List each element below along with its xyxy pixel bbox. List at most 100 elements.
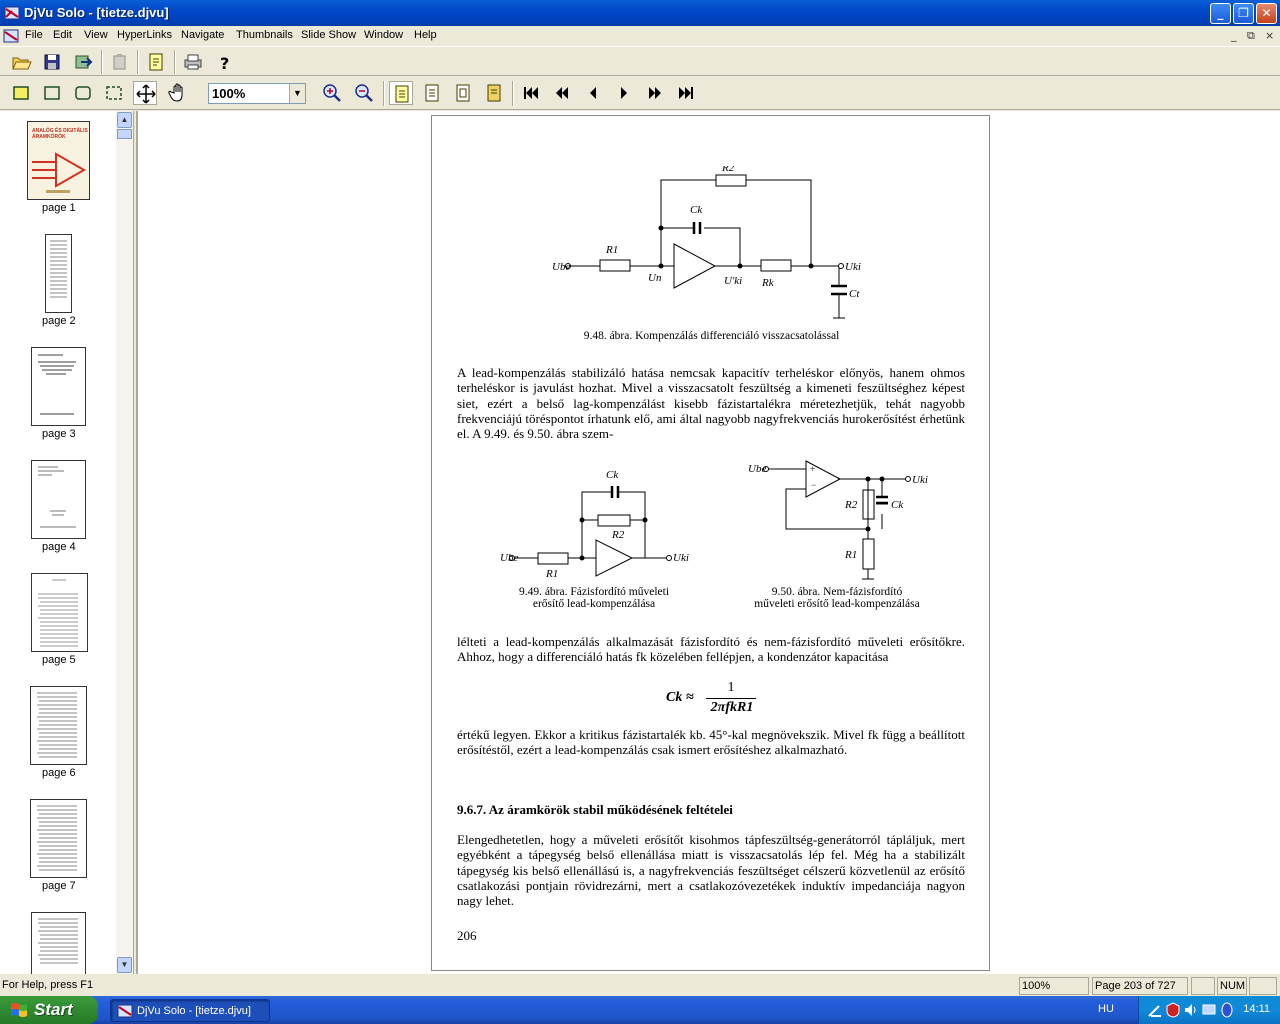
fit-area-icon[interactable] (102, 81, 126, 105)
open-icon[interactable] (9, 50, 33, 74)
svg-text:?: ? (220, 54, 229, 73)
toolbar-separator (174, 50, 176, 74)
next-page-icon[interactable] (612, 81, 636, 105)
volume-icon[interactable] (1183, 1002, 1199, 1018)
zoom-select[interactable]: 100% ▼ (208, 83, 306, 104)
shield-icon[interactable] (1165, 1002, 1181, 1018)
toolbar-separator (101, 50, 103, 74)
paste-icon[interactable] (108, 50, 132, 74)
start-label: Start (34, 1000, 73, 1019)
print-icon[interactable] (181, 50, 205, 74)
menu-file[interactable]: File (25, 29, 43, 41)
start-button[interactable]: Start (0, 996, 98, 1024)
taskbar: Start DjVu Solo - [tietze.djvu] HU 14:11 (0, 996, 1280, 1024)
fig949-caption-line2: erősítő lead-kompenzálása (532, 598, 656, 610)
close-button[interactable]: ✕ (1256, 3, 1277, 24)
export-icon[interactable] (71, 50, 95, 74)
status-zoom: 100% (1019, 977, 1089, 995)
zoom-out-icon[interactable] (352, 81, 376, 105)
first-page-icon[interactable] (519, 81, 543, 105)
fig949-label-r2: R2 (611, 529, 625, 541)
thumbnail-label: page 1 (42, 202, 76, 214)
mdi-restore-button[interactable]: ⧉ (1247, 29, 1255, 43)
scroll-thumb[interactable] (117, 129, 132, 139)
minimize-button[interactable]: _ (1210, 3, 1231, 24)
scroll-up-icon[interactable]: ▲ (117, 112, 132, 128)
maximize-button[interactable]: ❐ (1233, 3, 1254, 24)
thumbnail-label: page 3 (42, 428, 76, 440)
status-page: Page 203 of 727 (1092, 977, 1188, 995)
zoom-in-icon[interactable] (320, 81, 344, 105)
status-num: NUM (1217, 977, 1247, 995)
select-rect-icon[interactable] (9, 81, 33, 105)
menu-window[interactable]: Window (364, 29, 403, 41)
zoom-area-icon[interactable] (71, 81, 95, 105)
toolbar-separator (512, 81, 514, 106)
single-page-icon[interactable] (389, 81, 413, 105)
menu-slide-show[interactable]: Slide Show (301, 29, 356, 41)
figure-9-48: R2 Ck R1 Ube Un U'ki Rk Uki Ct (552, 166, 861, 319)
paragraph-3: értékű legyen. Ekkor a kritikus fázistar… (457, 727, 965, 758)
clock: 14:11 (1243, 1003, 1270, 1015)
fig950-caption-line1: 9.50. ábra. Nem-fázisfordító (771, 586, 903, 598)
window-title: DjVu Solo - [tietze.djvu] (24, 5, 169, 20)
fit-page-icon[interactable] (451, 81, 475, 105)
cover-thumbnail: ANALÓG ÉS DIGITÁLIS ÁRAMKÖRÖK (27, 121, 90, 200)
language-indicator[interactable]: HU (1098, 1003, 1114, 1015)
toolbar-separator (137, 50, 139, 74)
fig948-label-uki-prime: U'ki (724, 275, 742, 287)
fig948-label-ck: Ck (690, 204, 703, 216)
pan-icon[interactable] (133, 81, 157, 105)
hand-tool-icon[interactable] (166, 81, 190, 105)
document-icon[interactable] (144, 50, 168, 74)
svg-text:+: + (810, 464, 815, 474)
menu-bar: File Edit View HyperLinks Navigate Thumb… (0, 26, 1280, 46)
toolbar-separator (383, 81, 385, 106)
network-icon[interactable] (1147, 1002, 1163, 1018)
taskbar-window-button[interactable]: DjVu Solo - [tietze.djvu] (110, 999, 270, 1022)
menu-hyperlinks[interactable]: HyperLinks (117, 29, 172, 41)
status-cell-blank (1249, 977, 1277, 995)
fig948-label-ct: Ct (849, 288, 860, 300)
mdi-minimize-button[interactable]: _ (1231, 29, 1237, 42)
fig948-label-r1: R1 (605, 244, 618, 256)
next-group-icon[interactable] (643, 81, 667, 105)
scroll-down-icon[interactable]: ▼ (117, 957, 132, 973)
windows-logo-icon (11, 1003, 27, 1017)
menu-edit[interactable]: Edit (53, 29, 72, 41)
thumbnail-label: page 2 (42, 315, 76, 327)
svg-text:−: − (811, 480, 816, 490)
menu-thumbnails[interactable]: Thumbnails (236, 29, 293, 41)
save-icon[interactable] (40, 50, 64, 74)
help-icon[interactable]: ? (212, 50, 236, 74)
cover-title-line2: ÁRAMKÖRÖK (32, 133, 66, 140)
chevron-down-icon[interactable]: ▼ (289, 84, 305, 103)
menu-navigate[interactable]: Navigate (181, 29, 224, 41)
prev-group-icon[interactable] (550, 81, 574, 105)
document-view[interactable]: R2 Ck R1 Ube Un U'ki Rk Uki Ct 9.48. ábr… (136, 111, 1280, 974)
prev-page-icon[interactable] (581, 81, 605, 105)
mdi-close-button[interactable]: × (1265, 29, 1274, 42)
view-toolbar: 100% ▼ (0, 77, 1280, 110)
menu-view[interactable]: View (84, 29, 108, 41)
last-page-icon[interactable] (674, 81, 698, 105)
monitor-icon[interactable] (1201, 1002, 1217, 1018)
fig950-label-ck: Ck (891, 499, 904, 511)
figure-9-50: + − Ube Uki R2 Ck R1 (748, 460, 928, 580)
djvu-task-icon (117, 1004, 133, 1018)
section-heading: 9.6.7. Az áramkörök stabil működésének f… (457, 802, 733, 817)
document-window-icon[interactable] (3, 28, 19, 44)
bluetooth-icon[interactable] (1219, 1002, 1235, 1018)
thumbnail-scrollbar[interactable]: ▲ ▼ (116, 111, 133, 974)
thumbnail-label: page 4 (42, 541, 76, 553)
taskbar-window-label: DjVu Solo - [tietze.djvu] (137, 1005, 251, 1017)
zoom-rect-icon[interactable] (40, 81, 64, 105)
fig949-caption: 9.49. ábra. Fázisfordító műveleti erősít… (494, 586, 694, 610)
fit-width-icon[interactable] (420, 81, 444, 105)
status-bar: For Help, press F1 100% Page 203 of 727 … (0, 976, 1280, 996)
menu-help[interactable]: Help (414, 29, 437, 41)
fig949-label-r1: R1 (545, 568, 558, 580)
cover-title-line1: ANALÓG ÉS DIGITÁLIS (32, 126, 89, 134)
paragraph-4: Elengedhetetlen, hogy a műveleti erősítő… (457, 832, 965, 909)
actual-size-icon[interactable] (482, 81, 506, 105)
